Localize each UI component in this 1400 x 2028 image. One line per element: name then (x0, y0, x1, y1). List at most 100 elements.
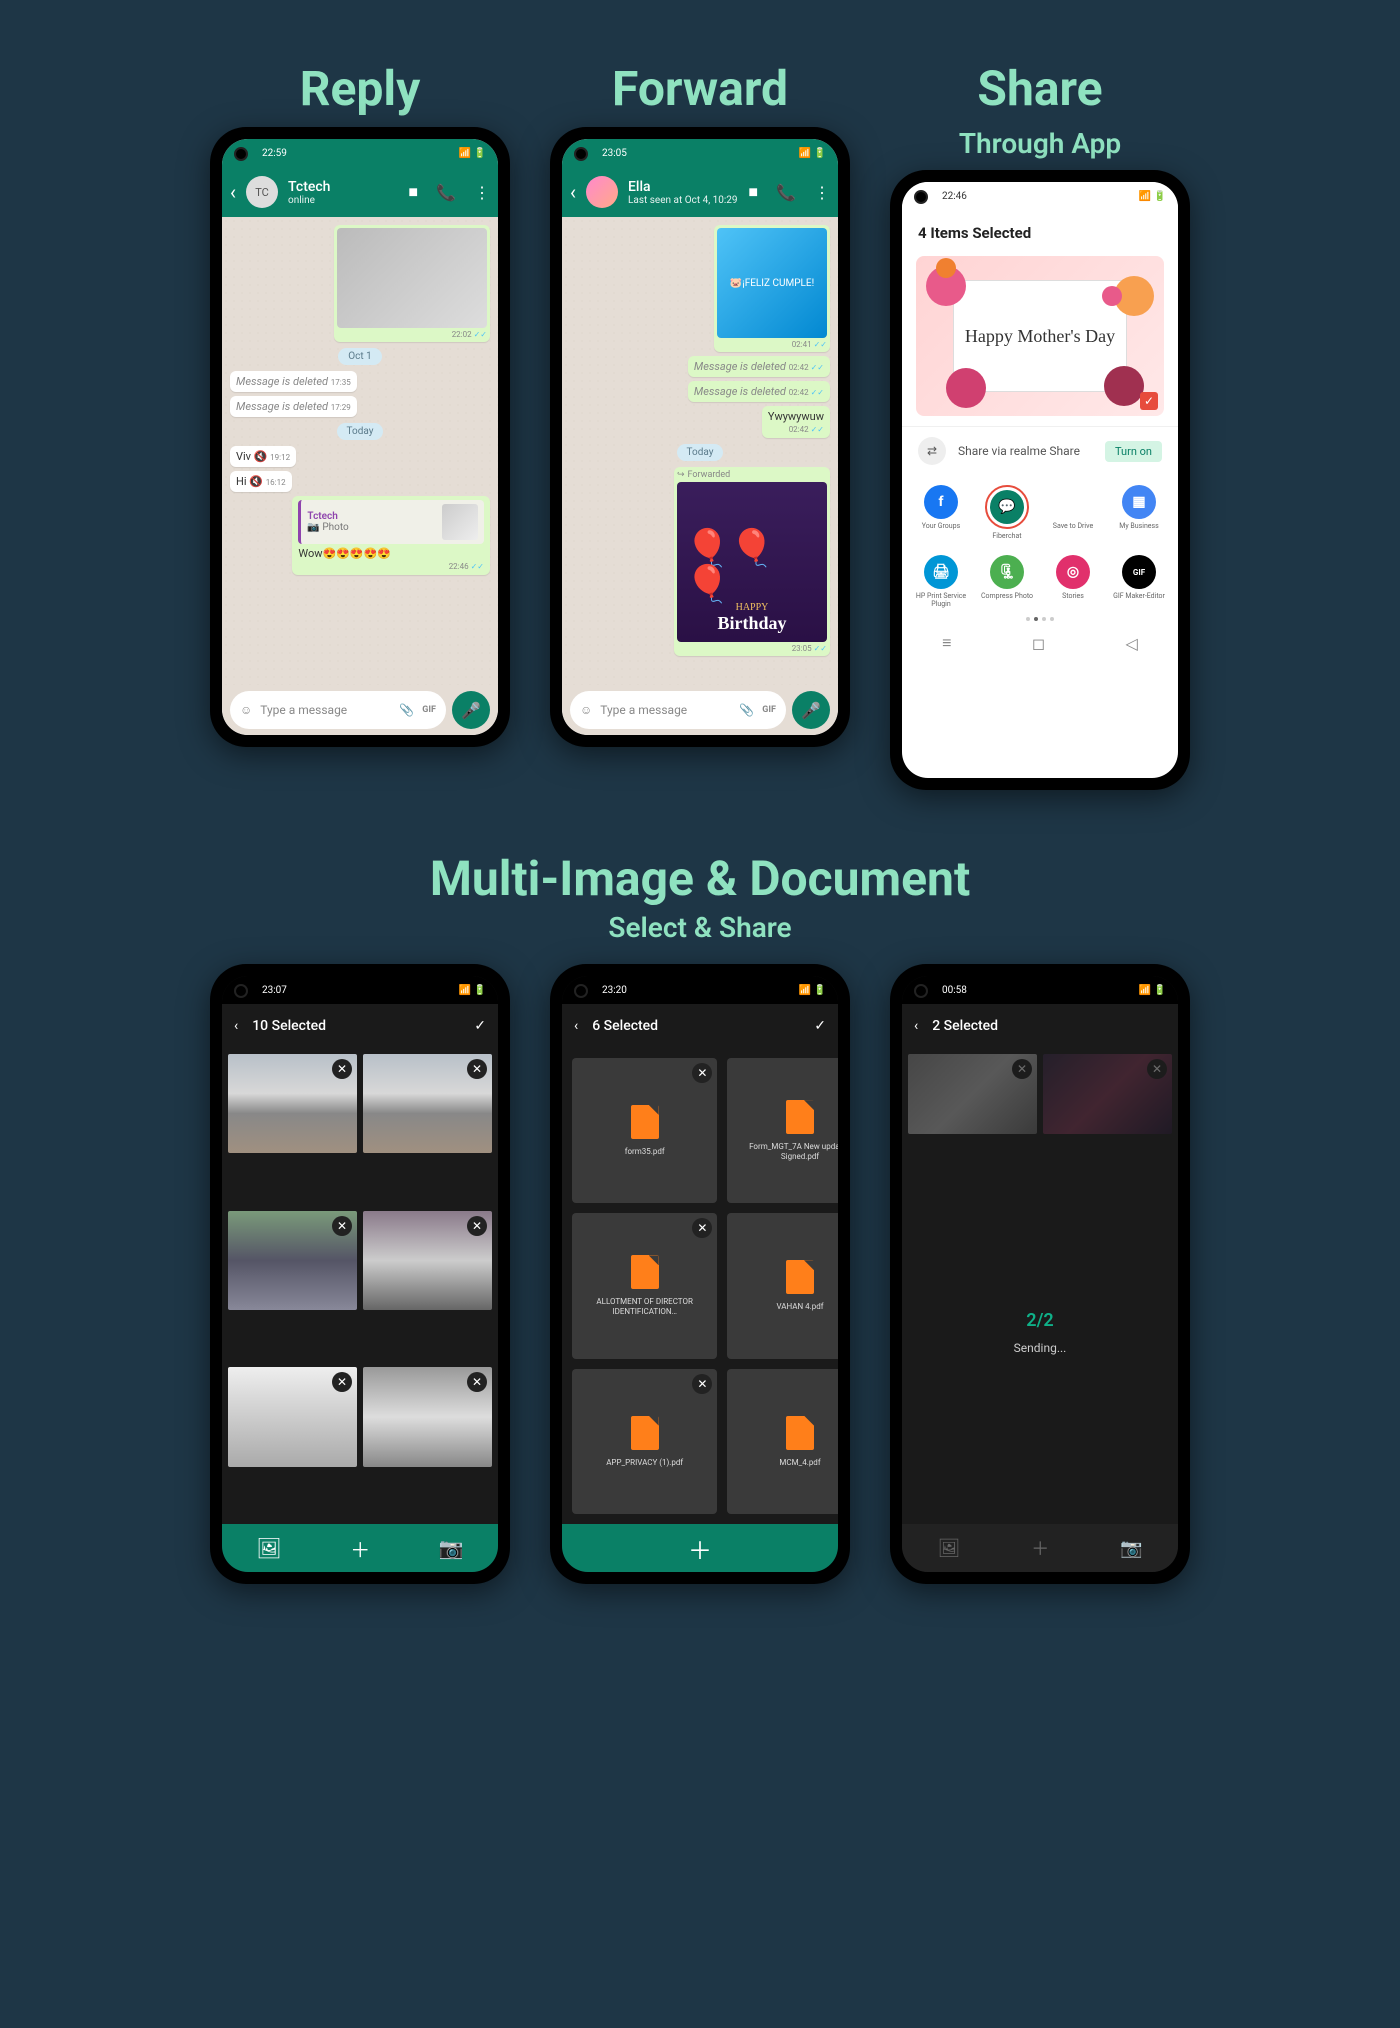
nav-recent-icon[interactable]: ≡ (942, 633, 951, 653)
date-chip: Today (337, 423, 384, 440)
remove-icon[interactable]: ✕ (692, 1218, 712, 1238)
message-input[interactable]: ☺ Type a message 📎 GIF (230, 691, 446, 729)
camera-icon[interactable]: 📷 (439, 1536, 464, 1560)
message-input[interactable]: ☺ Type a message 📎 GIF (570, 691, 786, 729)
back-icon[interactable]: ‹ (234, 1018, 238, 1034)
forwarded-message[interactable]: ↪ Forwarded 🎈🎈🎈 HAPPY Birthday 23:05 (674, 467, 830, 656)
remove-icon[interactable]: ✕ (467, 1216, 487, 1236)
gif-icon[interactable]: GIF (762, 705, 776, 715)
confirm-icon[interactable]: ✓ (474, 1018, 486, 1034)
share-app-save-to-drive[interactable]: ▲Save to Drive (1042, 485, 1104, 549)
sticker-message[interactable]: 🐷¡FELIZ CUMPLE! 02:41 (714, 225, 830, 352)
realme-share-row[interactable]: ⇄ Share via realme Share Turn on (902, 426, 1178, 475)
emoji-icon[interactable]: ☺ (580, 703, 592, 717)
file-icon (786, 1260, 814, 1294)
input-bar: ☺ Type a message 📎 GIF 🎤 (562, 685, 838, 735)
gallery-item[interactable]: ✕ (363, 1054, 492, 1153)
text-message[interactable]: Viv 🔇 19:12 (230, 446, 296, 467)
avatar[interactable]: TC (246, 176, 278, 208)
statusbar: 00:58📶 🔋 (902, 976, 1178, 1004)
contact-info[interactable]: Ella Last seen at Oct 4, 10:29 (628, 179, 738, 206)
doc-item[interactable]: ✕ ALLOTMENT OF DIRECTOR IDENTIFICATION… (572, 1213, 717, 1358)
share-app-fiberchat[interactable]: 💬Fiberchat (976, 485, 1038, 549)
remove-icon[interactable]: ✕ (332, 1216, 352, 1236)
add-icon[interactable]: ＋ (688, 1531, 712, 1566)
remove-icon[interactable]: ✕ (332, 1059, 352, 1079)
gallery-item[interactable]: ✕ (228, 1367, 357, 1466)
contact-status: Last seen at Oct 4, 10:29 (628, 195, 738, 206)
camera-hole (234, 147, 248, 161)
gallery-icon[interactable]: 🖼 (256, 1536, 281, 1560)
back-icon[interactable]: ‹ (914, 1018, 918, 1034)
turn-on-button[interactable]: Turn on (1105, 441, 1162, 462)
camera-hole (234, 984, 248, 998)
voice-call-icon[interactable]: 📞 (436, 183, 456, 202)
remove-icon[interactable]: ✕ (692, 1063, 712, 1083)
nav-home-icon[interactable]: ◻ (1032, 634, 1045, 653)
share-app-stories[interactable]: ◎Stories (1042, 555, 1104, 609)
deleted-message[interactable]: Message is deleted 02:42 (688, 356, 830, 377)
back-icon[interactable]: ‹ (574, 1018, 578, 1034)
more-icon[interactable]: ⋮ (814, 183, 830, 202)
nav-back-icon[interactable]: ◁ (1125, 634, 1137, 653)
share-app-gif-maker-editor[interactable]: GIFGIF Maker-Editor (1108, 555, 1170, 609)
doc-item[interactable]: ✕VAHAN 4.pdf (727, 1213, 838, 1358)
share-app-compress-photo[interactable]: 🗜Compress Photo (976, 555, 1038, 609)
title-forward: Forward (612, 60, 788, 117)
image-message[interactable]: 22:02 (334, 225, 490, 342)
remove-icon[interactable]: ✕ (1147, 1059, 1167, 1079)
share-preview[interactable]: Happy Mother's Day ✓ (916, 256, 1164, 416)
camera-hole (574, 147, 588, 161)
remove-icon[interactable]: ✕ (692, 1374, 712, 1394)
deleted-message[interactable]: Message is deleted 17:35 (230, 371, 357, 392)
text-message[interactable]: Hi 🔇 16:12 (230, 471, 292, 492)
add-icon[interactable]: ＋ (350, 1534, 370, 1563)
car-image (337, 228, 487, 328)
share-app-my-business[interactable]: ▦My Business (1108, 485, 1170, 549)
gallery-item[interactable]: ✕ (363, 1211, 492, 1310)
video-call-icon[interactable]: ■ (408, 182, 418, 202)
confirm-icon[interactable]: ✓ (814, 1018, 826, 1034)
statusbar: 23:20📶 🔋 (562, 976, 838, 1004)
gallery-item[interactable]: ✕ (228, 1054, 357, 1153)
chat-body: 22:02 Oct 1 Message is deleted 17:35 Mes… (222, 217, 498, 685)
flower-decoration (1114, 276, 1154, 316)
doc-item[interactable]: ✕MCM_4.pdf (727, 1369, 838, 1514)
doc-item[interactable]: ✕Form_MGT_7A New updated Signed.pdf (727, 1058, 838, 1203)
attach-icon[interactable]: 📎 (739, 703, 754, 717)
doc-item[interactable]: ✕form35.pdf (572, 1058, 717, 1203)
reply-message[interactable]: Tctech 📷 Photo Wow😍😍😍😍😍 22:46 (292, 496, 490, 575)
mic-button[interactable]: 🎤 (452, 691, 490, 729)
contact-info[interactable]: Tctech online (288, 179, 398, 206)
text-message[interactable]: Ywywywuw02:42 (762, 406, 830, 438)
app-icon: 🗜 (990, 555, 1024, 589)
emoji-icon[interactable]: ☺ (240, 703, 252, 717)
sending-thumb: ✕ (1043, 1054, 1172, 1134)
doc-item[interactable]: ✕APP_PRIVACY (1).pdf (572, 1369, 717, 1514)
flower-decoration (946, 368, 986, 408)
gif-icon[interactable]: GIF (422, 705, 436, 715)
video-call-icon[interactable]: ■ (748, 182, 758, 202)
avatar[interactable] (586, 176, 618, 208)
remove-icon[interactable]: ✕ (1012, 1059, 1032, 1079)
back-icon[interactable]: ‹ (230, 180, 236, 204)
camera-hole (574, 984, 588, 998)
share-app-your-groups[interactable]: fYour Groups (910, 485, 972, 549)
back-icon[interactable]: ‹ (570, 180, 576, 204)
selected-badge: ✓ (1140, 392, 1158, 410)
deleted-message[interactable]: Message is deleted 17:29 (230, 396, 357, 417)
doc-name: ALLOTMENT OF DIRECTOR IDENTIFICATION… (580, 1297, 709, 1316)
deleted-message[interactable]: Message is deleted 02:42 (688, 381, 830, 402)
voice-call-icon[interactable]: 📞 (776, 183, 796, 202)
gallery-header: ‹ 10 Selected ✓ (222, 1004, 498, 1048)
gallery-item[interactable]: ✕ (363, 1367, 492, 1466)
file-icon (631, 1105, 659, 1139)
sending-thumbs: ✕ ✕ (902, 1048, 1178, 1140)
remove-icon[interactable]: ✕ (467, 1059, 487, 1079)
mic-button[interactable]: 🎤 (792, 691, 830, 729)
share-app-hp-print-service-plugin[interactable]: 🖨HP Print Service Plugin (910, 555, 972, 609)
progress-count: 2/2 (1026, 1310, 1053, 1331)
attach-icon[interactable]: 📎 (399, 703, 414, 717)
more-icon[interactable]: ⋮ (474, 183, 490, 202)
gallery-item[interactable]: ✕ (228, 1211, 357, 1310)
